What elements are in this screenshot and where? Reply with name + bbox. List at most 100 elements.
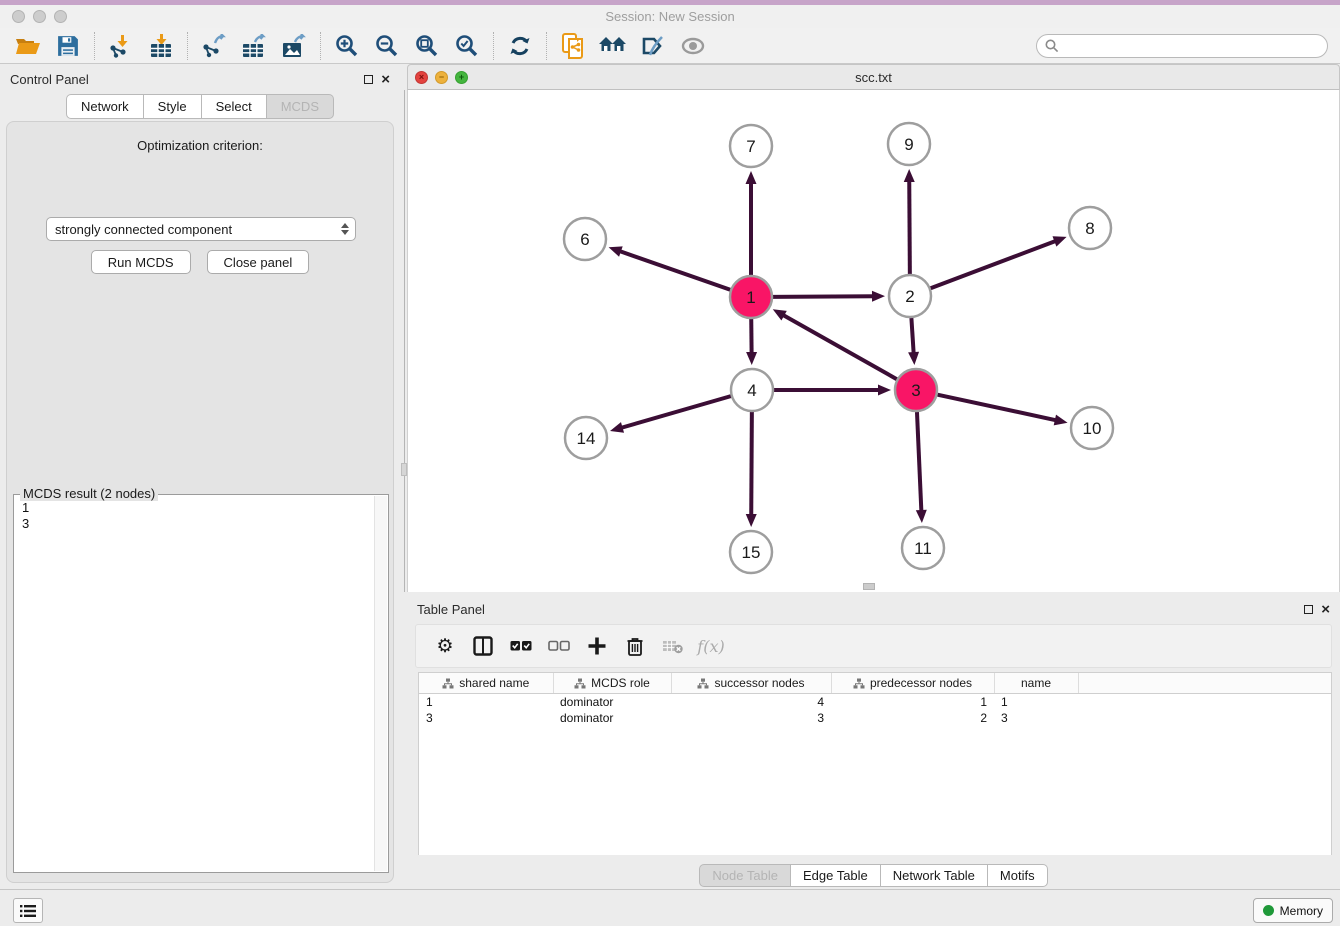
close-panel-icon[interactable]: × — [381, 72, 390, 87]
task-history-button[interactable] — [13, 898, 43, 923]
export-image-icon[interactable] — [279, 31, 309, 61]
close-table-panel-icon[interactable]: × — [1321, 602, 1330, 617]
table-cell-name[interactable]: 3 — [994, 710, 1078, 726]
memory-button[interactable]: Memory — [1253, 898, 1333, 923]
graph-edge-1-2[interactable] — [773, 296, 874, 297]
graph-edge-3-10[interactable] — [938, 395, 1057, 421]
delete-column-icon[interactable] — [621, 632, 649, 660]
mcds-result-item: 1 — [22, 500, 380, 516]
zoom-selected-icon[interactable] — [452, 31, 482, 61]
search-input[interactable] — [1059, 39, 1319, 53]
svg-text:1: 1 — [746, 288, 755, 307]
graph-edge-4-14[interactable] — [621, 396, 731, 428]
network-canvas[interactable]: 7 9 6 8 1 2 4 3 14 10 15 11 — [407, 90, 1340, 592]
zoom-fit-icon[interactable] — [412, 31, 442, 61]
graph-node-2[interactable]: 2 — [889, 275, 931, 317]
graph-node-7[interactable]: 7 — [730, 125, 772, 167]
table-cell-shared-name[interactable]: 3 — [419, 710, 553, 726]
network-splitter-grip[interactable] — [863, 583, 875, 590]
table-row[interactable]: 3dominator323 — [419, 710, 1332, 726]
graph-node-10[interactable]: 10 — [1071, 407, 1113, 449]
table-cell-mcds-role[interactable]: dominator — [553, 710, 671, 726]
graph-edge-3-1[interactable] — [782, 315, 896, 380]
column-header-predecessor-nodes[interactable]: predecessor nodes — [831, 673, 994, 694]
import-table-icon[interactable] — [146, 31, 176, 61]
eye-icon[interactable] — [678, 31, 708, 61]
run-mcds-button[interactable]: Run MCDS — [91, 250, 191, 274]
float-panel-icon[interactable] — [364, 75, 373, 84]
column-header-mcds-role[interactable]: MCDS role — [553, 673, 671, 694]
table-cell-mcds-role[interactable]: dominator — [553, 694, 671, 710]
save-session-icon[interactable] — [53, 31, 83, 61]
svg-text:10: 10 — [1083, 419, 1102, 438]
zoom-out-icon[interactable] — [372, 31, 402, 61]
graph-node-4[interactable]: 4 — [731, 369, 773, 411]
graph-edge-arrowhead — [872, 291, 885, 302]
table-cell-shared-name[interactable]: 1 — [419, 694, 553, 710]
graph-node-3[interactable]: 3 — [895, 369, 937, 411]
tab-network[interactable]: Network — [66, 94, 144, 119]
tab-mcds[interactable]: MCDS — [267, 94, 334, 119]
table-settings-gear-icon[interactable]: ⚙ — [431, 632, 459, 660]
column-header-successor-nodes[interactable]: successor nodes — [671, 673, 831, 694]
column-header-name[interactable]: name — [994, 673, 1078, 694]
float-table-panel-icon[interactable] — [1304, 605, 1313, 614]
open-session-icon[interactable] — [13, 31, 43, 61]
graph-node-1[interactable]: 1 — [730, 276, 772, 318]
graph-node-8[interactable]: 8 — [1069, 207, 1111, 249]
import-network-icon[interactable] — [106, 31, 136, 61]
svg-text:9: 9 — [904, 135, 913, 154]
hide-labels-icon[interactable] — [638, 31, 668, 61]
graph-edge-arrowhead — [1054, 415, 1068, 426]
table-row[interactable]: 1dominator411 — [419, 694, 1332, 710]
graph-node-6[interactable]: 6 — [564, 218, 606, 260]
table-cell-predecessor-nodes[interactable]: 1 — [831, 694, 994, 710]
delete-table-icon[interactable] — [659, 632, 687, 660]
tab-style[interactable]: Style — [144, 94, 202, 119]
network-window-title: scc.txt — [408, 70, 1339, 85]
table-tab-edge-table[interactable]: Edge Table — [791, 864, 881, 887]
graph-edge-arrowhead — [908, 352, 919, 365]
vertical-splitter[interactable] — [400, 64, 407, 885]
function-builder-icon[interactable]: f(x) — [697, 632, 725, 660]
result-scrollbar[interactable] — [374, 496, 387, 871]
houses-icon[interactable] — [598, 31, 628, 61]
network-window-titlebar[interactable]: × − + scc.txt — [407, 64, 1340, 90]
graph-edge-2-8[interactable] — [931, 241, 1057, 289]
tab-select[interactable]: Select — [202, 94, 267, 119]
add-column-icon[interactable] — [583, 632, 611, 660]
network-graph[interactable]: 7 9 6 8 1 2 4 3 14 10 15 11 — [408, 90, 1339, 592]
search-box[interactable] — [1036, 34, 1328, 58]
table-cell-name[interactable]: 1 — [994, 694, 1078, 710]
table-tab-motifs[interactable]: Motifs — [988, 864, 1048, 887]
clone-network-icon[interactable] — [558, 31, 588, 61]
table-tab-network-table[interactable]: Network Table — [881, 864, 988, 887]
memory-button-label: Memory — [1280, 904, 1323, 918]
export-network-icon[interactable] — [199, 31, 229, 61]
close-panel-button[interactable]: Close panel — [207, 250, 310, 274]
toolbar-separator — [493, 32, 494, 60]
column-header-shared-name[interactable]: shared name — [419, 673, 553, 694]
apply-layout-icon[interactable] — [505, 31, 535, 61]
table-tab-node-table[interactable]: Node Table — [699, 864, 791, 887]
graph-node-11[interactable]: 11 — [902, 527, 944, 569]
graph-edge-2-3[interactable] — [911, 318, 913, 354]
criterion-dropdown[interactable]: strongly connected component — [46, 217, 356, 241]
table-cell-successor-nodes[interactable]: 3 — [671, 710, 831, 726]
graph-edge-1-6[interactable] — [619, 251, 730, 290]
graph-edge-3-11[interactable] — [917, 412, 921, 512]
graph-edge-4-15[interactable] — [751, 412, 752, 516]
graph-node-9[interactable]: 9 — [888, 123, 930, 165]
node-table[interactable]: shared nameMCDS rolesuccessor nodesprede… — [419, 672, 1332, 726]
graph-node-14[interactable]: 14 — [565, 417, 607, 459]
zoom-in-icon[interactable] — [332, 31, 362, 61]
table-cell-predecessor-nodes[interactable]: 2 — [831, 710, 994, 726]
select-all-columns-icon[interactable] — [507, 632, 535, 660]
deselect-all-columns-icon[interactable] — [545, 632, 573, 660]
export-table-icon[interactable] — [239, 31, 269, 61]
show-columns-icon[interactable] — [469, 632, 497, 660]
table-toolbar: ⚙ f(x) — [415, 624, 1332, 668]
table-cell-successor-nodes[interactable]: 4 — [671, 694, 831, 710]
graph-node-15[interactable]: 15 — [730, 531, 772, 573]
graph-edge-2-9[interactable] — [909, 180, 910, 274]
